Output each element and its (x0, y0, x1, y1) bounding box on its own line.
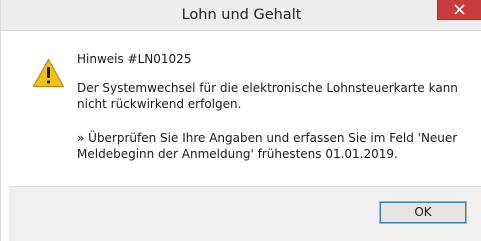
message-body: Der Systemwechsel für die elektronische … (77, 81, 458, 111)
close-icon (454, 4, 465, 15)
message-hint: » Überprüfen Sie Ihre Angaben und erfass… (77, 131, 458, 161)
dialog-footer: OK (9, 186, 481, 241)
message-title: Hinweis #LN01025 (77, 52, 192, 66)
dialog-window: Lohn und Gehalt Hinweis #LN01025 Der Sys… (0, 0, 481, 241)
dialog-content: Hinweis #LN01025 Der Systemwechsel für d… (9, 31, 481, 186)
title-bar[interactable]: Lohn und Gehalt (1, 0, 481, 31)
warning-icon (32, 58, 65, 88)
window-title: Lohn und Gehalt (181, 7, 302, 23)
message-block: Hinweis #LN01025 Der Systemwechsel für d… (77, 51, 467, 162)
ok-button[interactable]: OK (379, 201, 467, 224)
close-button[interactable] (437, 0, 481, 20)
